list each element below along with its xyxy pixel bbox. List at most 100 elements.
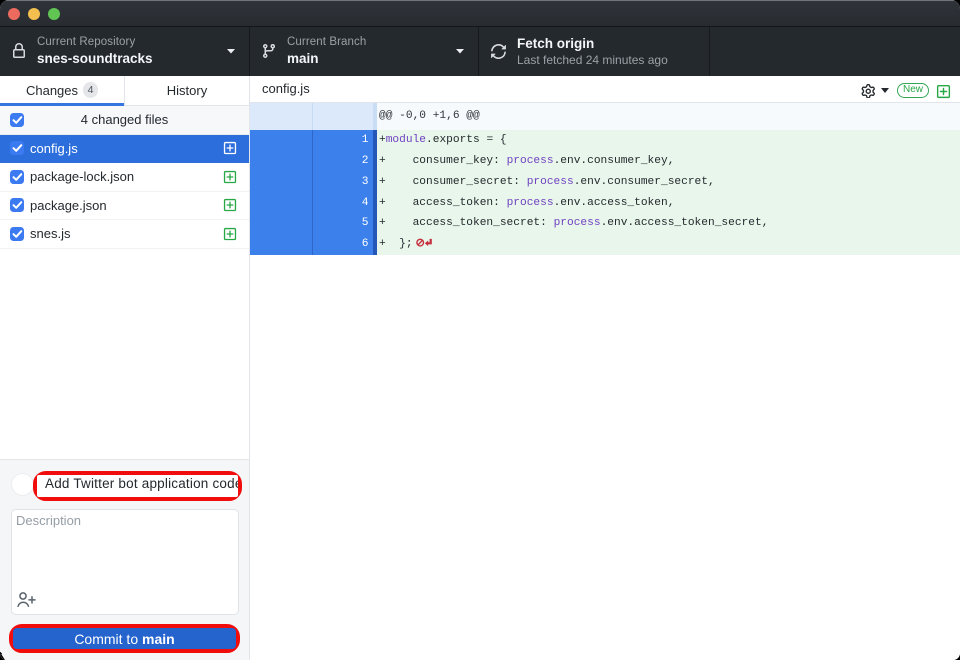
checkmark-icon xyxy=(12,115,23,125)
avatar xyxy=(11,473,34,496)
file-added-icon xyxy=(223,227,237,241)
file-added-icon xyxy=(223,198,237,212)
code-segment: .env.consumer_secret, xyxy=(574,176,715,188)
commit-panel: Add Twitter bot application code Descrip… xyxy=(0,459,249,660)
chevron-down-icon xyxy=(227,49,235,54)
code-keyword-segment: process xyxy=(554,217,601,229)
diff-header: config.js New xyxy=(250,76,960,104)
file-name: config.js xyxy=(30,141,78,156)
hunk-header-row[interactable]: @@ -0,0 +1,6 @@ xyxy=(250,103,960,130)
code-keyword-segment: module xyxy=(386,134,426,146)
current-repository-button[interactable]: Current Repository snes-soundtracks xyxy=(0,27,250,76)
changes-count-badge: 4 xyxy=(83,82,98,98)
zoom-button[interactable] xyxy=(48,8,60,20)
line-number: 2 xyxy=(313,151,374,172)
minimize-button[interactable] xyxy=(28,8,40,20)
diff-line-3[interactable]: 3 + consumer_secret: process.env.consume… xyxy=(250,172,960,193)
commit-summary-input[interactable]: Add Twitter bot application code xyxy=(37,475,238,497)
sidebar-tabs: Changes 4 History xyxy=(0,76,249,107)
code-keyword-segment: process xyxy=(507,197,554,209)
code-segment: .env.consumer_key, xyxy=(554,155,675,167)
commit-annotation-ring: Commit to main xyxy=(9,624,240,653)
commit-description-textarea[interactable]: Description xyxy=(11,509,239,615)
diff-options-button[interactable] xyxy=(861,84,889,99)
summary-annotation-ring: Add Twitter bot application code xyxy=(33,471,242,501)
checkmark-icon xyxy=(12,143,23,153)
current-repository-label: Current Repository xyxy=(37,37,153,49)
file-added-icon xyxy=(223,141,237,155)
commit-button[interactable]: Commit to main xyxy=(13,628,236,649)
file-name: package-lock.json xyxy=(30,169,134,184)
line-number: 5 xyxy=(313,213,374,234)
diff-line-1[interactable]: 1 +module.exports = { xyxy=(250,130,960,151)
checkmark-icon xyxy=(12,200,23,210)
tab-history[interactable]: History xyxy=(125,76,249,106)
file-checkbox[interactable] xyxy=(10,198,24,212)
commit-button-branch: main xyxy=(142,631,175,647)
file-checkbox[interactable] xyxy=(10,227,24,241)
code-segment: .env.access_token, xyxy=(554,197,675,209)
changed-files-header: 4 changed files xyxy=(0,106,249,135)
close-button[interactable] xyxy=(8,8,20,20)
current-branch-value: main xyxy=(287,52,366,66)
code-segment: + xyxy=(379,134,386,146)
add-coauthor-icon[interactable] xyxy=(17,592,36,607)
file-name: package.json xyxy=(30,198,107,213)
diff-file-name: config.js xyxy=(262,81,861,96)
file-checkbox[interactable] xyxy=(10,170,24,184)
sync-icon xyxy=(490,43,507,60)
checkmark-icon xyxy=(12,172,23,182)
code-segment: + access_token_secret: xyxy=(379,217,554,229)
select-all-checkbox[interactable] xyxy=(10,113,24,127)
file-row-package-lock-json[interactable]: package-lock.json xyxy=(0,163,249,192)
chevron-down-icon xyxy=(456,49,464,54)
file-checkbox[interactable] xyxy=(10,141,24,155)
code-segment: + consumer_key: xyxy=(379,155,507,167)
code-segment: .exports = { xyxy=(426,134,507,146)
code-segment: + access_token: xyxy=(379,197,507,209)
current-branch-button[interactable]: Current Branch main xyxy=(250,27,479,76)
git-branch-icon xyxy=(261,43,277,59)
line-number: 6 xyxy=(313,234,374,255)
new-file-badge: New xyxy=(897,83,929,98)
tab-changes[interactable]: Changes 4 xyxy=(0,76,125,106)
toolbar: Current Repository snes-soundtracks Curr… xyxy=(0,27,960,76)
diff-line-5[interactable]: 5 + access_token_secret: process.env.acc… xyxy=(250,213,960,234)
changed-files-list: 4 changed files config.js package-loc xyxy=(0,106,249,249)
file-row-package-json[interactable]: package.json xyxy=(0,192,249,221)
code-keyword-segment: process xyxy=(527,176,574,188)
code-segment: + consumer_secret: xyxy=(379,176,527,188)
diff-line-4[interactable]: 4 + access_token: process.env.access_tok… xyxy=(250,193,960,214)
hunk-header-text: @@ -0,0 +1,6 @@ xyxy=(377,103,960,130)
diff-body: @@ -0,0 +1,6 @@ 1 +module.exports = { 2 … xyxy=(250,103,960,255)
toolbar-section-text: Fetch origin Last fetched 24 minutes ago xyxy=(517,37,668,66)
toolbar-section-text: Current Repository snes-soundtracks xyxy=(37,37,153,65)
fetch-origin-detail: Last fetched 24 minutes ago xyxy=(517,54,668,66)
file-row-config-js[interactable]: config.js xyxy=(0,135,249,164)
file-name: snes.js xyxy=(30,226,70,241)
checkmark-icon xyxy=(12,229,23,239)
diff-line-6[interactable]: 6 + }; xyxy=(250,234,960,255)
fetch-origin-button[interactable]: Fetch origin Last fetched 24 minutes ago xyxy=(479,27,710,76)
commit-button-label: Commit to xyxy=(74,631,142,647)
description-placeholder: Description xyxy=(16,513,81,528)
lock-icon xyxy=(11,43,27,59)
file-row-snes-js[interactable]: snes.js xyxy=(0,220,249,249)
main-content: Changes 4 History 4 changed files xyxy=(0,76,960,660)
code-keyword-segment: process xyxy=(507,155,554,167)
toolbar-section-text: Current Branch main xyxy=(287,37,366,65)
current-repository-value: snes-soundtracks xyxy=(37,52,153,66)
diff-line-2[interactable]: 2 + consumer_key: process.env.consumer_k… xyxy=(250,151,960,172)
code-segment: .env.access_token_secret, xyxy=(601,217,769,229)
toolbar-spacer xyxy=(710,27,960,76)
code-segment: + }; xyxy=(379,238,413,250)
titlebar xyxy=(0,0,960,27)
gear-icon xyxy=(861,84,876,99)
tab-changes-label: Changes xyxy=(26,83,78,98)
diff-added-icon xyxy=(936,84,951,99)
sidebar: Changes 4 History 4 changed files xyxy=(0,76,250,660)
changed-files-count: 4 changed files xyxy=(81,112,168,127)
tab-history-label: History xyxy=(167,83,207,98)
diff-pane: config.js New @@ -0,0 +1,6 @@ xyxy=(250,76,960,660)
fetch-origin-label: Fetch origin xyxy=(517,37,668,51)
